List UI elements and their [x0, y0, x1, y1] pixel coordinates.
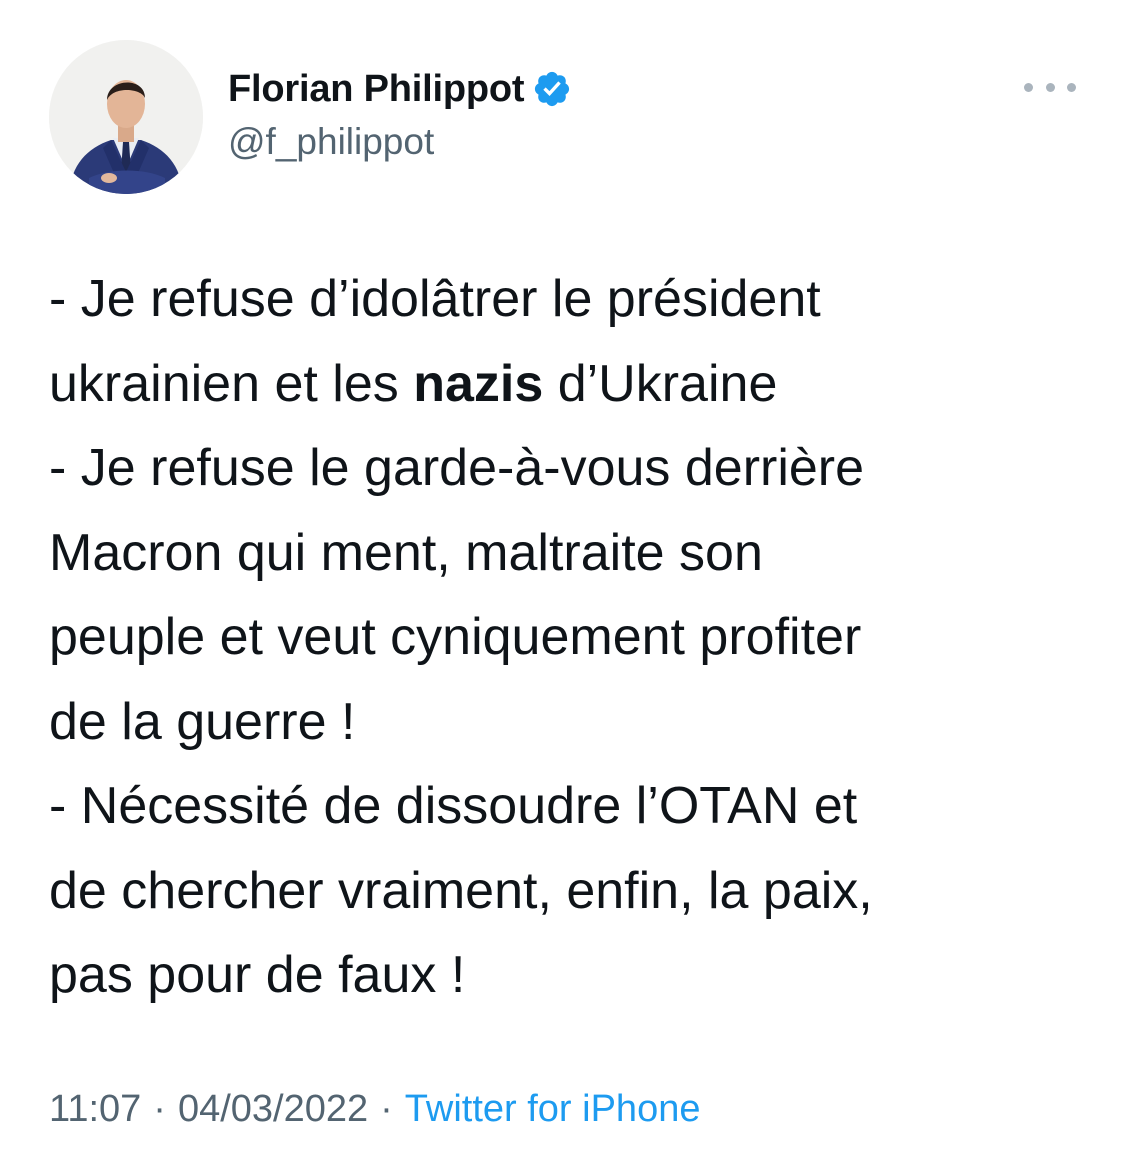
tweet-text-segment: - Je refuse d’idolâtrer le président: [49, 270, 821, 328]
tweet-line: pas pour de faux !: [49, 933, 1099, 1018]
tweet-time[interactable]: 11:07: [49, 1088, 141, 1131]
meta-separator: ·: [153, 1088, 166, 1130]
verified-badge-icon: [535, 71, 570, 107]
more-dots-icon: [1045, 82, 1055, 92]
tweet-line: - Nécessité de dissoudre l’OTAN et: [49, 764, 1099, 849]
tweet-text-segment: de chercher vraiment, enfin, la paix,: [49, 861, 873, 920]
tweet-text-segment: pas pour de faux !: [49, 946, 466, 1004]
tweet-text-bold: nazis: [413, 354, 544, 413]
tweet-text-segment: d’Ukraine: [543, 354, 778, 413]
tweet-line: - Je refuse le garde-à-vous derrière: [49, 426, 1099, 511]
tweet-text-segment: peuple et veut cyniquement profiter: [49, 608, 862, 666]
tweet-meta: 11:07 · 04/03/2022 · Twitter for iPhone: [49, 1088, 700, 1131]
profile-photo: [49, 40, 203, 194]
more-dots-icon: [1024, 82, 1033, 92]
tweet-line: - Je refuse d’idolâtrer le président: [49, 257, 1099, 342]
avatar[interactable]: [49, 40, 203, 194]
tweet-text-segment: ukrainien et les: [49, 354, 414, 413]
tweet-text-segment: - Je refuse le garde-à-vous derrière: [49, 439, 865, 497]
tweet-text-segment: Macron qui ment, maltraite son: [49, 523, 763, 582]
author-name-row[interactable]: Florian Philippot: [228, 66, 572, 112]
tweet-line: de chercher vraiment, enfin, la paix,: [49, 849, 1099, 934]
author-display-name[interactable]: Florian Philippot: [228, 68, 525, 111]
more-dots-icon: [1067, 82, 1076, 92]
tweet-source-link[interactable]: Twitter for iPhone: [405, 1088, 701, 1131]
meta-separator: ·: [380, 1088, 393, 1130]
tweet-line: ukrainien et les nazis d’Ukraine: [49, 342, 1099, 427]
tweet-line: Macron qui ment, maltraite son: [49, 511, 1099, 596]
tweet-text-segment: de la guerre !: [49, 692, 356, 751]
tweet-text: - Je refuse d’idolâtrer le président ukr…: [49, 257, 1099, 1018]
tweet-text-segment: - Nécessité de dissoudre l’OTAN et: [49, 777, 858, 835]
more-options-button[interactable]: [1024, 72, 1076, 102]
tweet-date[interactable]: 04/03/2022: [178, 1088, 368, 1131]
author-handle[interactable]: @f_philippot: [228, 121, 434, 163]
tweet-line: peuple et veut cyniquement profiter: [49, 595, 1099, 680]
tweet-line: de la guerre !: [49, 680, 1099, 765]
